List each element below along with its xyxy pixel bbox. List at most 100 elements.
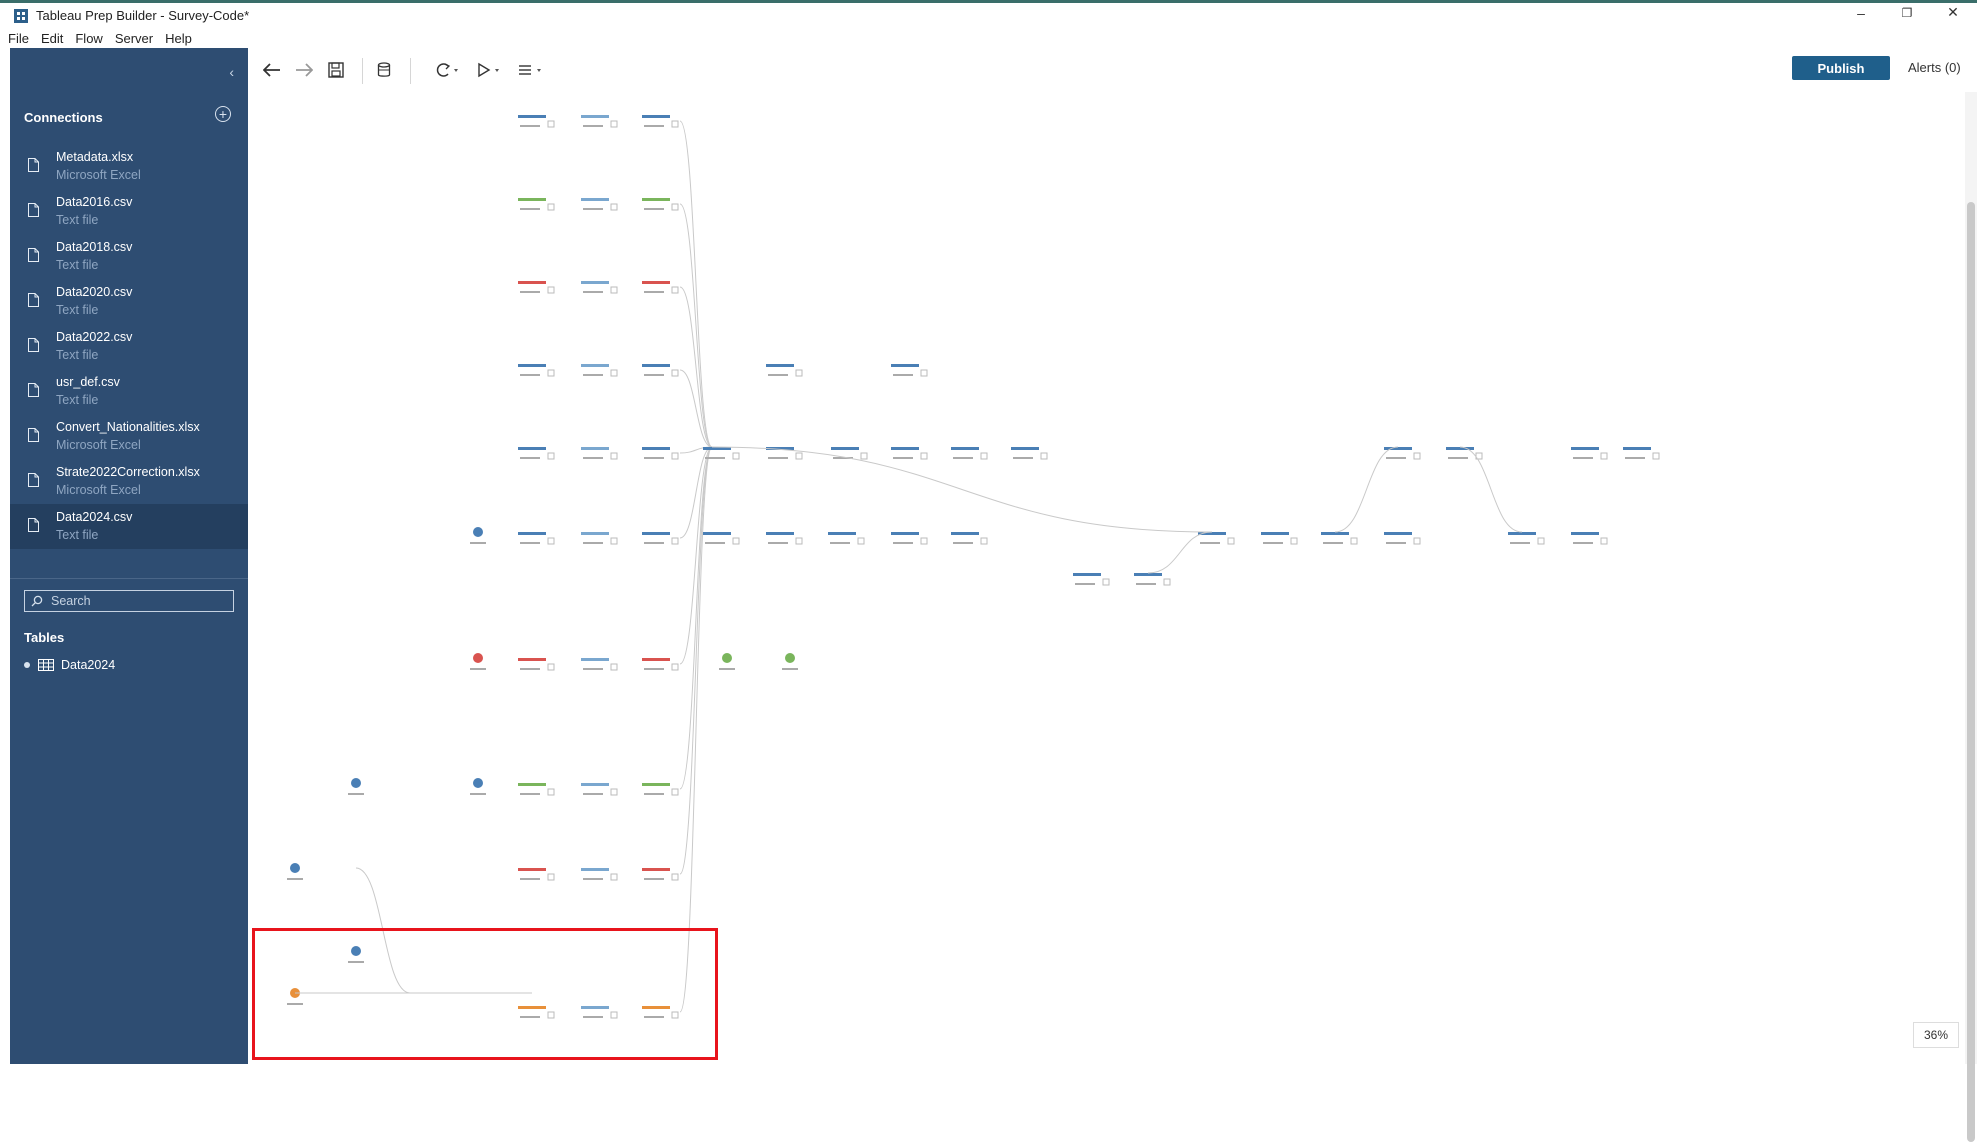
add-connection-button[interactable]: + [215, 106, 231, 122]
step-label [520, 542, 540, 544]
step-color-bar [518, 115, 546, 118]
connection-item-usr-def[interactable]: usr_def.csv Text file [10, 369, 248, 414]
publish-button[interactable]: Publish [1792, 56, 1890, 80]
step-label [348, 793, 364, 795]
file-icon [28, 428, 39, 442]
menu-help[interactable]: Help [165, 31, 192, 46]
step-label [705, 542, 725, 544]
step-checkbox [1102, 578, 1110, 586]
step-checkbox [1040, 452, 1048, 460]
connection-item-data2020[interactable]: Data2020.csv Text file [10, 279, 248, 324]
step-label [768, 457, 788, 459]
refresh-button[interactable] [430, 58, 464, 82]
database-icon [377, 62, 391, 77]
restore-button[interactable]: ❐ [1884, 0, 1930, 25]
menu-server[interactable]: Server [115, 31, 153, 46]
step-label [644, 878, 664, 880]
menu-file[interactable]: File [8, 31, 29, 46]
step-label [583, 878, 603, 880]
step-color-bar [642, 1006, 670, 1009]
table-grid-icon [38, 659, 54, 671]
step-checkbox [860, 452, 868, 460]
connection-name: Metadata.xlsx [56, 150, 134, 164]
step-color-bar [518, 868, 546, 871]
step-label [644, 1016, 664, 1018]
step-label [583, 457, 603, 459]
connection-item-metadata[interactable]: Metadata.xlsx Microsoft Excel [10, 144, 248, 189]
collapse-pane-icon[interactable]: ‹ [229, 64, 234, 80]
step-label [470, 542, 486, 544]
table-search[interactable] [24, 590, 234, 612]
forward-button[interactable] [292, 58, 316, 82]
step-label [1386, 457, 1406, 459]
step-checkbox [795, 452, 803, 460]
step-color-bar [891, 364, 919, 367]
step-color-bar [581, 447, 609, 450]
step-label [1573, 457, 1593, 459]
connection-type: Text file [56, 258, 99, 272]
step-checkbox [671, 663, 679, 671]
step-color-bar [518, 198, 546, 201]
input-node-icon [473, 653, 483, 663]
view-options-button[interactable] [514, 58, 548, 82]
scrollbar-thumb[interactable] [1967, 202, 1975, 1142]
step-checkbox [1290, 537, 1298, 545]
step-color-bar [581, 364, 609, 367]
connection-item-strate2022correction[interactable]: Strate2022Correction.xlsx Microsoft Exce… [10, 459, 248, 504]
connection-item-data2024[interactable]: Data2024.csv Text file [10, 504, 248, 549]
step-color-bar [581, 532, 609, 535]
step-color-bar [642, 783, 670, 786]
view-options-icon [519, 65, 541, 75]
connection-name: Convert_Nationalities.xlsx [56, 420, 200, 434]
step-label [470, 668, 486, 670]
flow-canvas[interactable] [248, 92, 1977, 1064]
connection-item-data2016[interactable]: Data2016.csv Text file [10, 189, 248, 234]
connection-item-convert-nationalities[interactable]: Convert_Nationalities.xlsx Microsoft Exc… [10, 414, 248, 459]
data-sample-button[interactable] [372, 58, 396, 82]
refresh-icon [436, 63, 458, 77]
menu-edit[interactable]: Edit [41, 31, 63, 46]
step-checkbox [610, 286, 618, 294]
table-item-data2024[interactable]: Data2024 [24, 658, 115, 672]
save-button[interactable] [324, 58, 348, 82]
step-label [1510, 542, 1530, 544]
close-button[interactable]: ✕ [1930, 0, 1976, 25]
step-label [644, 208, 664, 210]
flow-connector [679, 446, 713, 1013]
menu-flow[interactable]: Flow [75, 31, 102, 46]
flow-diagram[interactable] [248, 92, 1965, 1064]
minimize-button[interactable]: – [1838, 0, 1884, 25]
step-checkbox [610, 537, 618, 545]
step-checkbox [547, 120, 555, 128]
input-node-icon [473, 527, 483, 537]
step-label [583, 1016, 603, 1018]
file-icon [28, 518, 39, 532]
search-input[interactable] [49, 593, 223, 609]
step-label [583, 668, 603, 670]
connection-type: Text file [56, 213, 99, 227]
alerts-button[interactable]: Alerts (0) [1908, 60, 1961, 75]
arrow-left-icon [263, 63, 280, 77]
back-button[interactable] [260, 58, 284, 82]
zoom-level[interactable]: 36% [1913, 1022, 1959, 1048]
step-label [830, 542, 850, 544]
step-checkbox [610, 452, 618, 460]
step-checkbox [980, 452, 988, 460]
input-node-icon [722, 653, 732, 663]
step-label [470, 793, 486, 795]
window-title: Tableau Prep Builder - Survey-Code* [36, 8, 250, 23]
step-label [520, 291, 540, 293]
step-label [1625, 457, 1645, 459]
step-checkbox [671, 286, 679, 294]
menu-bar: File Edit Flow Server Help [0, 28, 1977, 48]
connection-item-data2022[interactable]: Data2022.csv Text file [10, 324, 248, 369]
step-label [644, 125, 664, 127]
canvas-scrollbar[interactable] [1965, 92, 1977, 1142]
connection-item-data2018[interactable]: Data2018.csv Text file [10, 234, 248, 279]
step-label [768, 542, 788, 544]
step-color-bar [642, 115, 670, 118]
selected-dot-icon [24, 662, 30, 668]
run-flow-button[interactable] [472, 58, 506, 82]
step-checkbox [732, 537, 740, 545]
search-icon [31, 595, 43, 607]
